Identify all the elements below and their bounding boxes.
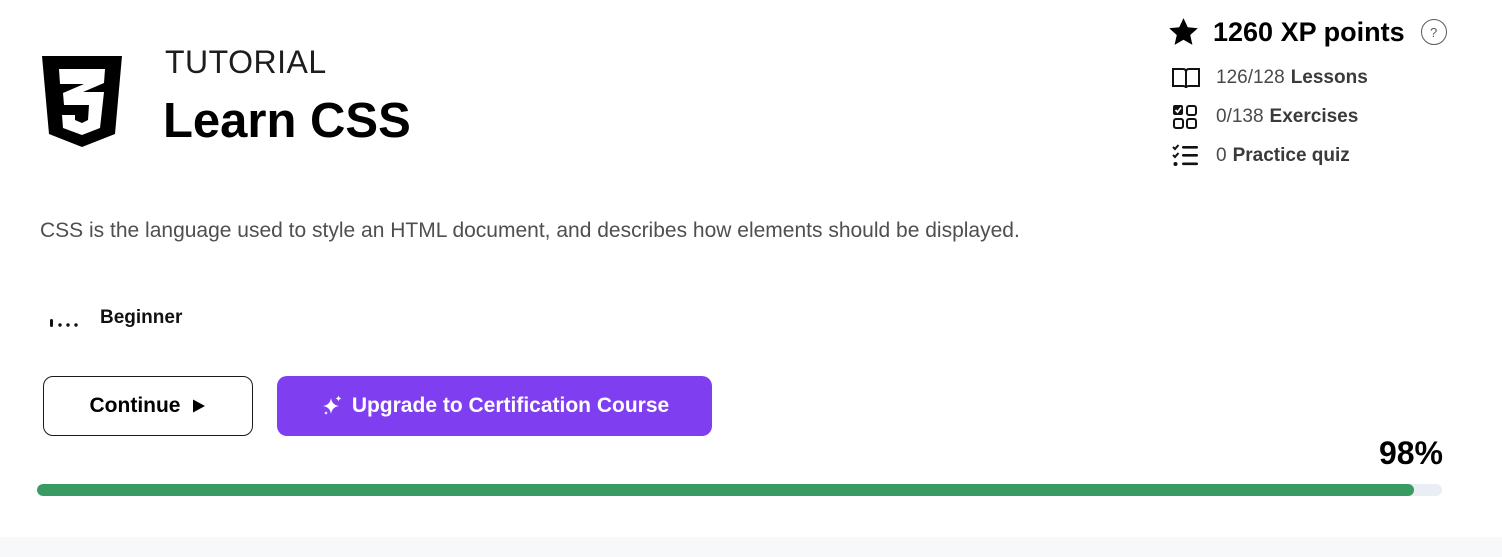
progress-fill [37,484,1414,496]
level-label: Beginner [100,307,183,328]
upgrade-certification-button[interactable]: Upgrade to Certification Course [277,376,712,436]
exercises-grid-icon [1173,105,1197,129]
quiz-count: 0 [1216,145,1227,166]
quiz-label: Practice quiz [1232,145,1350,166]
sparkle-icon [322,395,342,415]
xp-points: 1260 XP points ? [1167,15,1447,49]
continue-label: Continue [89,394,181,417]
upgrade-label: Upgrade to Certification Course [351,394,670,417]
lessons-label: Lessons [1290,67,1368,88]
progress-track [37,484,1442,496]
footer-strip [0,537,1502,557]
stat-practice-quiz: 0 Practice quiz [1171,143,1350,169]
tutorial-kicker: TUTORIAL [165,44,327,80]
continue-button[interactable]: Continue [43,376,253,436]
css3-shield-icon [42,56,122,147]
level-bars-icon [50,319,78,327]
xp-points-text: 1260 XP points [1213,16,1405,47]
page-title: Learn CSS [163,94,411,148]
star-icon [1169,17,1198,45]
lessons-count: 126/128 [1216,67,1285,88]
play-icon [193,399,206,413]
checklist-icon [1172,144,1198,166]
progress-percent: 98% [1378,435,1443,471]
exercises-count: 0/138 [1216,106,1264,127]
difficulty-level: Beginner [48,307,182,329]
stat-lessons: 126/128 Lessons [1171,65,1368,91]
book-icon [1172,68,1200,89]
stat-exercises: 0/138 Exercises [1171,104,1358,130]
course-description: CSS is the language used to style an HTM… [40,219,1020,242]
help-icon[interactable]: ? [1420,19,1447,45]
exercises-label: Exercises [1269,106,1359,127]
